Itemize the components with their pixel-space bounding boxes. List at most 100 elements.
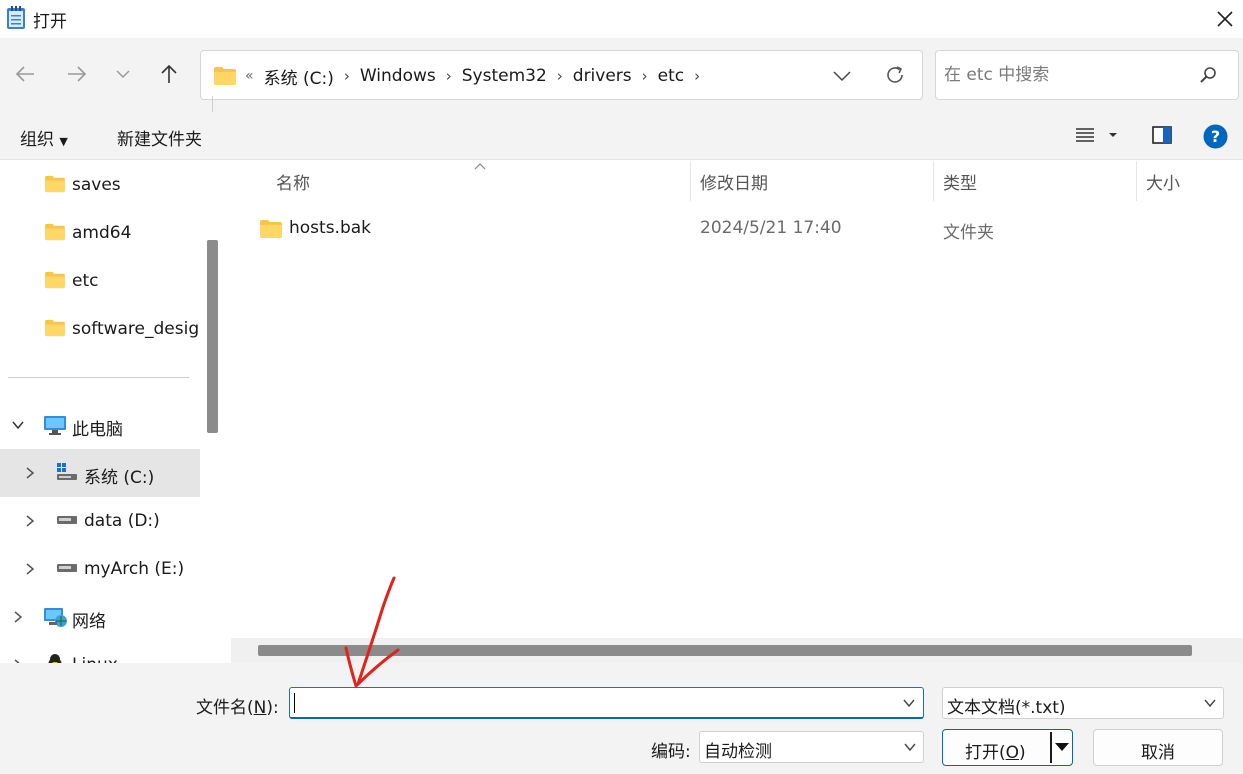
caret-down-icon[interactable]	[1054, 742, 1070, 752]
column-separator[interactable]	[1136, 161, 1137, 201]
table-row[interactable]: hosts.bak 2024/5/21 17:40 文件夹	[231, 209, 1243, 249]
breadcrumb-separator-icon[interactable]: ›	[344, 67, 350, 85]
filename-label-suffix: ):	[266, 698, 279, 718]
breadcrumb-item-c-drive[interactable]: 系统 (C:)	[264, 64, 334, 89]
breadcrumb-separator-icon[interactable]: ›	[557, 67, 563, 85]
breadcrumb-separator-icon[interactable]: ›	[694, 67, 700, 85]
chevron-down-icon[interactable]	[902, 696, 916, 710]
address-history-chevron-icon[interactable]	[831, 64, 853, 86]
column-header-modified[interactable]: 修改日期	[700, 161, 768, 201]
filename-input[interactable]	[294, 691, 884, 715]
sidebar-item-amd64[interactable]: amd64	[0, 209, 200, 257]
sidebar-item-network[interactable]: 网络	[0, 593, 200, 641]
breadcrumb-item-drivers[interactable]: drivers	[573, 66, 632, 86]
filename-label-accesskey: N	[253, 698, 267, 718]
caret-down-icon: ▼	[59, 135, 68, 148]
window-title: 打开	[33, 12, 67, 32]
sidebar-item-label: etc	[72, 271, 99, 291]
search-icon[interactable]	[1198, 65, 1218, 85]
chevron-right-icon[interactable]	[23, 562, 37, 576]
sidebar-item-label: 网络	[72, 612, 106, 632]
open-label-accesskey: O	[1005, 743, 1020, 763]
chevron-right-icon[interactable]	[23, 514, 37, 528]
organize-label: 组织	[20, 130, 54, 150]
new-folder-button[interactable]: 新建文件夹	[117, 125, 202, 150]
sidebar-item-label: data (D:)	[84, 511, 160, 531]
open-button[interactable]: 打开(O)	[942, 729, 1073, 766]
arrow-up-icon	[161, 64, 177, 83]
search-box[interactable]	[935, 50, 1239, 100]
sidebar-item-this-pc[interactable]: 此电脑	[0, 401, 200, 449]
sidebar-scrollbar[interactable]	[207, 240, 218, 433]
sidebar-item-drive-e[interactable]: myArch (E:)	[0, 545, 200, 593]
column-separator[interactable]	[933, 161, 934, 201]
sidebar-item-drive-d[interactable]: data (D:)	[0, 497, 200, 545]
arrow-left-icon	[15, 66, 34, 82]
column-header-name[interactable]: 名称	[276, 161, 310, 201]
sidebar-item-linux[interactable]: Linux	[0, 641, 200, 663]
back-button[interactable]	[7, 56, 43, 92]
sidebar-item-etc[interactable]: etc	[0, 257, 200, 305]
recent-locations-button[interactable]	[105, 56, 141, 92]
close-icon	[1217, 11, 1233, 27]
view-list-icon[interactable]	[1075, 124, 1095, 146]
breadcrumb-separator-icon[interactable]: ›	[446, 67, 452, 85]
chevron-down-icon	[1204, 699, 1216, 708]
chevron-down-icon[interactable]	[11, 418, 25, 432]
breadcrumb-overflow[interactable]: «	[245, 68, 254, 84]
sidebar-item-drive-c[interactable]: 系统 (C:)	[0, 449, 200, 497]
breadcrumb-separator-icon[interactable]: ›	[642, 67, 648, 85]
text-caret	[294, 693, 295, 713]
sidebar-divider	[8, 377, 189, 378]
breadcrumb: « 系统 (C:) › Windows › System32 › drivers › e…	[245, 51, 710, 101]
organize-menu[interactable]: 组织 ▼	[20, 125, 68, 150]
column-separator[interactable]	[690, 161, 691, 201]
folder-icon	[45, 271, 65, 289]
chevron-down-icon	[116, 70, 130, 79]
folder-icon	[45, 319, 65, 337]
arrow-right-icon	[68, 66, 87, 82]
breadcrumb-item-system32[interactable]: System32	[462, 66, 547, 86]
sidebar-item-saves[interactable]: saves	[0, 161, 200, 209]
address-bar[interactable]: « 系统 (C:) › Windows › System32 › drivers › e…	[200, 50, 923, 100]
sidebar-item-label: amd64	[72, 223, 132, 243]
cancel-button-label: 取消	[1141, 743, 1175, 763]
breadcrumb-item-etc[interactable]: etc	[658, 66, 684, 86]
title-bar: 打开	[0, 0, 1243, 38]
encoding-label: 编码:	[651, 742, 691, 762]
svg-text:?: ?	[1211, 127, 1220, 146]
cancel-button[interactable]: 取消	[1093, 729, 1223, 766]
filename-label-text: 文件名(	[196, 698, 254, 718]
network-icon	[44, 608, 67, 627]
tooltip-border	[212, 96, 213, 113]
file-modified: 2024/5/21 17:40	[700, 218, 842, 238]
chevron-down-icon	[904, 743, 916, 752]
navigation-pane: saves amd64 etc software_desig 此电脑 系统 (C…	[0, 161, 220, 663]
encoding-value: 自动检测	[704, 742, 772, 762]
linux-penguin-icon	[48, 654, 62, 663]
sidebar-item-software-design[interactable]: software_desig	[0, 305, 200, 353]
open-label-text: 打开(	[965, 743, 1006, 763]
breadcrumb-item-windows[interactable]: Windows	[360, 66, 436, 86]
refresh-icon[interactable]	[883, 63, 907, 87]
sidebar-item-label: 系统 (C:)	[84, 468, 155, 488]
filetype-select[interactable]: 文本文档(*.txt)	[942, 687, 1224, 719]
column-header-type[interactable]: 类型	[943, 161, 977, 201]
folder-icon	[260, 220, 282, 238]
sidebar-item-label: myArch (E:)	[84, 559, 185, 579]
forward-button[interactable]	[59, 56, 95, 92]
column-header-size[interactable]: 大小	[1146, 161, 1180, 201]
preview-pane-icon[interactable]	[1151, 124, 1173, 146]
search-input[interactable]	[944, 61, 1184, 89]
view-options-caret-icon[interactable]	[1108, 130, 1118, 140]
encoding-select[interactable]: 自动检测	[699, 731, 924, 763]
open-label-suffix: )	[1019, 743, 1026, 763]
chevron-right-icon[interactable]	[23, 466, 37, 480]
sidebar-item-label: saves	[72, 175, 121, 195]
chevron-right-icon[interactable]	[11, 610, 25, 624]
up-button[interactable]	[151, 56, 187, 92]
split-divider	[1050, 732, 1052, 763]
close-button[interactable]	[1212, 6, 1238, 32]
annotation-arrow-icon	[344, 576, 400, 688]
help-icon[interactable]: ?	[1203, 124, 1228, 149]
